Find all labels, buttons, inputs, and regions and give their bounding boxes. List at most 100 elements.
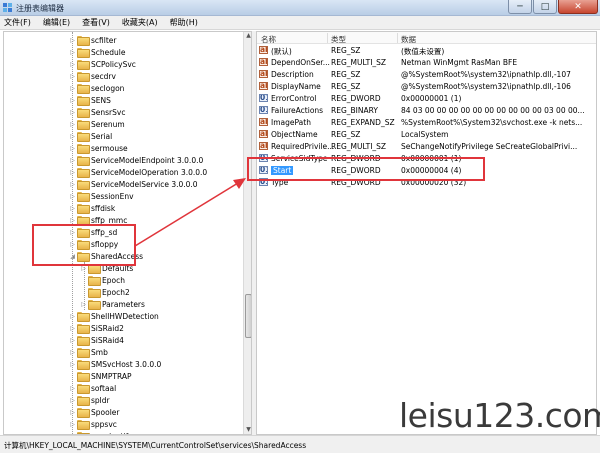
tree-item-seclogon[interactable]: ▷ seclogon: [68, 82, 124, 94]
tree-item-softaal[interactable]: ▷ softaal: [68, 382, 116, 394]
value-row-requiredprivile[interactable]: abRequiredPrivile...REG_MULTI_SZ SeChange…: [257, 140, 596, 152]
value-type: REG_SZ: [331, 46, 361, 55]
highlight-box-sharedaccess: [32, 224, 136, 266]
tree-item-epoch2[interactable]: Epoch2: [79, 286, 130, 298]
folder-icon: [77, 336, 90, 346]
tree-item-scfilter[interactable]: ▷ scfilter: [68, 34, 116, 46]
tree-item-sessionenv[interactable]: ▷ SessionEnv: [68, 190, 134, 202]
value-row-objectname[interactable]: abObjectName REG_SZ LocalSystem: [257, 128, 596, 140]
tree-item-label: sffdisk: [91, 203, 116, 213]
value-type: REG_DWORD: [331, 94, 381, 103]
folder-icon: [77, 324, 90, 334]
tree-item-spooler[interactable]: ▷ Spooler: [68, 406, 119, 418]
tree-item-serenum[interactable]: ▷ Serenum: [68, 118, 125, 130]
value-data: SeChangeNotifyPrivilege SeCreateGlobalPr…: [401, 142, 578, 151]
tree-item-label: SiSRaid2: [91, 323, 124, 333]
folder-icon: [77, 132, 90, 142]
menu-bar: 文件(F) 编辑(E) 查看(V) 收藏夹(A) 帮助(H): [0, 16, 600, 30]
tree-item-scpolicysvc[interactable]: ▷ SCPolicySvc: [68, 58, 136, 70]
tree-item-label: Parameters: [102, 299, 145, 309]
tree-item-secdrv[interactable]: ▷ secdrv: [68, 70, 116, 82]
tree-item-sffdisk[interactable]: ▷ sffdisk: [68, 202, 115, 214]
menu-edit[interactable]: 编辑(E): [43, 17, 70, 28]
menu-help[interactable]: 帮助(H): [170, 17, 198, 28]
folder-icon: [77, 360, 90, 370]
value-name: FailureActions: [271, 106, 324, 115]
folder-icon: [77, 156, 90, 166]
value-name: DependOnSer...: [271, 58, 330, 67]
value-name: ImagePath: [271, 118, 311, 127]
value-row-dependonser[interactable]: abDependOnSer...REG_MULTI_SZ Netman WinMg…: [257, 56, 596, 68]
window-controls: ─ □ ✕: [508, 0, 598, 15]
value-row-errorcontrol[interactable]: 011ErrorControl REG_DWORD 0x00000001 (1): [257, 92, 596, 104]
tree-item-epoch[interactable]: Epoch: [79, 274, 125, 286]
menu-file[interactable]: 文件(F): [4, 17, 31, 28]
string-value-icon: ab: [259, 130, 268, 138]
string-value-icon: ab: [259, 46, 268, 54]
tree-item-label: SCPolicySvc: [91, 59, 136, 69]
string-value-icon: ab: [259, 118, 268, 126]
tree-item-label: softaal: [91, 383, 117, 393]
watermark: leisu123.com: [399, 396, 600, 435]
value-row-failureactions[interactable]: 011FailureActions REG_BINARY 84 03 00 00 0…: [257, 104, 596, 116]
folder-icon: [77, 312, 90, 322]
tree-item-label: SiSRaid4: [91, 335, 124, 345]
menu-view[interactable]: 查看(V): [82, 17, 110, 28]
regedit-app-icon: [3, 3, 12, 12]
value-type: REG_MULTI_SZ: [331, 58, 387, 67]
folder-icon: [77, 180, 90, 190]
values-pane: 名称 类型 数据 ab(默认)REG_SZ(数值未设置)abDependOnSe…: [256, 31, 597, 435]
scroll-thumb[interactable]: [245, 294, 251, 338]
tree-item-sermouse[interactable]: ▷ sermouse: [68, 142, 128, 154]
tree-item-sppsvc[interactable]: ▷ sppsvc: [68, 418, 117, 430]
value-data: Netman WinMgmt RasMan BFE: [401, 58, 518, 67]
close-button[interactable]: ✕: [558, 0, 598, 14]
value-row-imagepath[interactable]: abImagePath REG_EXPAND_SZ %SystemRoot%\Sys…: [257, 116, 596, 128]
binary-value-icon: 011: [259, 106, 268, 114]
tree-item-schedule[interactable]: ▷ Schedule: [68, 46, 125, 58]
menu-favorites[interactable]: 收藏夹(A): [122, 17, 158, 28]
tree-item-sisraid4[interactable]: ▷ SiSRaid4: [68, 334, 124, 346]
value-type: REG_SZ: [331, 82, 361, 91]
tree-item-smsvchost-3-0-0-0[interactable]: ▷ SMSvcHost 3.0.0.0: [68, 358, 161, 370]
minimize-button[interactable]: ─: [508, 0, 532, 14]
tree-item-label: ServiceModelOperation 3.0.0.0: [91, 167, 208, 177]
value-data: @%SystemRoot%\system32\ipnathlp.dll,-107: [401, 70, 571, 79]
folder-icon: [77, 120, 90, 130]
folder-icon: [77, 192, 90, 202]
folder-icon: [77, 204, 90, 214]
tree-item-snmptrap[interactable]: SNMPTRAP: [68, 370, 132, 382]
tree-item-sens[interactable]: ▷ SENS: [68, 94, 111, 106]
tree-item-sensrsvc[interactable]: ▷ SensrSvc: [68, 106, 125, 118]
tree-item-label: Schedule: [91, 47, 126, 57]
value-data: LocalSystem: [401, 130, 449, 139]
value-row-[interactable]: ab(默认)REG_SZ(数值未设置): [257, 44, 596, 56]
tree-item-label: SessionEnv: [91, 191, 134, 201]
scroll-up-icon[interactable]: ▲: [244, 32, 251, 41]
value-name: DisplayName: [271, 82, 321, 91]
value-row-displayname[interactable]: abDisplayName REG_SZ @%SystemRoot%\system3…: [257, 80, 596, 92]
value-type: REG_SZ: [331, 70, 361, 79]
tree-item-servicemodeloperation-3-0-0-0[interactable]: ▷ ServiceModelOperation 3.0.0.0: [68, 166, 207, 178]
value-row-description[interactable]: abDescription REG_SZ @%SystemRoot%\system3…: [257, 68, 596, 80]
maximize-button[interactable]: □: [533, 0, 557, 14]
tree-item-label: Epoch: [102, 275, 125, 285]
value-name: ErrorControl: [271, 94, 317, 103]
tree-guide-line: [84, 262, 85, 310]
tree-scrollbar[interactable]: ▲ ▼: [243, 32, 251, 434]
folder-icon: [77, 60, 90, 70]
status-path: 计算机\HKEY_LOCAL_MACHINE\SYSTEM\CurrentCon…: [4, 441, 307, 450]
folder-icon: [77, 108, 90, 118]
tree-item-parameters[interactable]: ▷ Parameters: [79, 298, 145, 310]
tree-item-serial[interactable]: ▷ Serial: [68, 130, 112, 142]
tree-item-servicemodelendpoint-3-0-0-0[interactable]: ▷ ServiceModelEndpoint 3.0.0.0: [68, 154, 203, 166]
tree-item-label: sppsvc: [91, 419, 117, 429]
folder-icon: [77, 72, 90, 82]
scroll-down-icon[interactable]: ▼: [244, 426, 251, 434]
tree-item-smb[interactable]: ▷ Smb: [68, 346, 108, 358]
tree-item-spldr[interactable]: ▷ spldr: [68, 394, 110, 406]
tree-item-sisraid2[interactable]: ▷ SiSRaid2: [68, 322, 124, 334]
tree-item-servicemodelservice-3-0-0-0[interactable]: ▷ ServiceModelService 3.0.0.0: [68, 178, 198, 190]
value-type: REG_EXPAND_SZ: [331, 118, 395, 127]
tree-item-shellhwdetection[interactable]: ▷ ShellHWDetection: [68, 310, 159, 322]
